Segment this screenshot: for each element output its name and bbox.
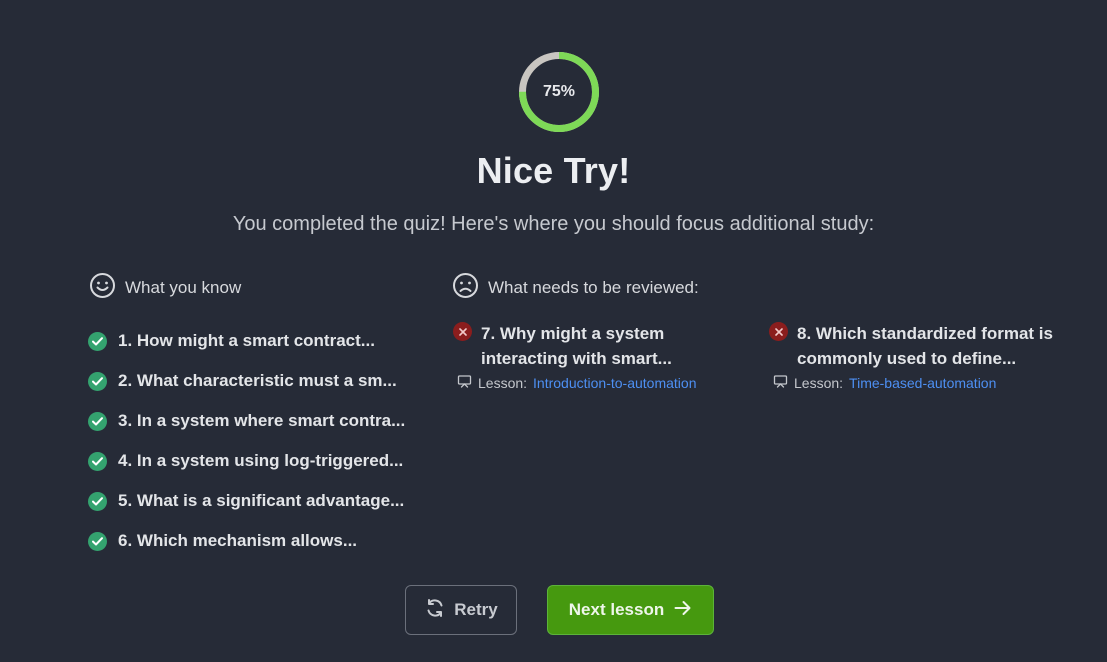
result-headline: Nice Try! xyxy=(476,150,631,191)
x-circle-icon xyxy=(453,322,472,341)
lesson-prefix: Lesson: xyxy=(794,375,844,391)
check-circle-icon xyxy=(88,451,107,471)
lesson-reference: Lesson: Introduction-to-automation xyxy=(457,375,753,391)
next-lesson-label: Next lesson xyxy=(568,600,665,619)
lesson-link[interactable]: Introduction-to-automation xyxy=(533,375,696,391)
check-circle-icon xyxy=(88,411,107,431)
known-item-label: 4. In a system using log-triggered... xyxy=(118,451,404,470)
known-item: 5. What is a significant advantage... xyxy=(88,481,405,521)
lesson-reference: Lesson: Time-based-automation xyxy=(773,375,1069,391)
known-item-label: 1. How might a smart contract... xyxy=(118,331,375,350)
lesson-prefix: Lesson: xyxy=(478,375,528,391)
check-circle-icon xyxy=(88,491,107,511)
known-section-heading: What you know xyxy=(89,272,241,304)
review-question: 8. Which standardized format is commonly… xyxy=(769,321,1069,371)
x-circle-icon xyxy=(769,322,788,341)
review-heading-label: What needs to be reviewed: xyxy=(488,278,699,297)
retry-label: Retry xyxy=(454,600,498,619)
review-item: 8. Which standardized format is commonly… xyxy=(769,321,1069,391)
presentation-icon xyxy=(773,375,788,391)
check-circle-icon xyxy=(88,331,107,351)
check-circle-icon xyxy=(88,531,107,551)
lesson-link[interactable]: Time-based-automation xyxy=(849,375,996,391)
result-subheadline: You completed the quiz! Here's where you… xyxy=(232,213,875,235)
known-item: 1. How might a smart contract... xyxy=(88,321,405,361)
known-item-label: 5. What is a significant advantage... xyxy=(118,491,405,510)
arrow-right-icon xyxy=(674,600,692,621)
refresh-icon xyxy=(424,597,446,624)
quiz-result-page: 75% Nice Try! You completed the quiz! He… xyxy=(0,0,1107,662)
known-item-label: 3. In a system where smart contra... xyxy=(118,411,406,430)
review-question: 7. Why might a system interacting with s… xyxy=(453,321,753,371)
known-item-label: 6. Which mechanism allows... xyxy=(118,531,358,550)
known-item-label: 2. What characteristic must a sm... xyxy=(118,371,397,390)
retry-button[interactable]: Retry xyxy=(405,585,517,635)
known-item: 6. Which mechanism allows... xyxy=(88,521,405,561)
review-question-text: 7. Why might a system interacting with s… xyxy=(481,324,672,368)
review-item: 7. Why might a system interacting with s… xyxy=(453,321,753,391)
frown-icon xyxy=(452,272,479,304)
known-heading-label: What you know xyxy=(125,278,242,297)
smile-icon xyxy=(89,272,116,304)
known-item: 3. In a system where smart contra... xyxy=(88,401,405,441)
next-lesson-button[interactable]: Next lesson xyxy=(547,585,714,635)
check-circle-icon xyxy=(88,371,107,391)
presentation-icon xyxy=(457,375,472,391)
review-question-text: 8. Which standardized format is commonly… xyxy=(797,324,1053,368)
known-item: 4. In a system using log-triggered... xyxy=(88,441,405,481)
known-list: 1. How might a smart contract... 2. What… xyxy=(88,321,405,561)
score-progress-ring: 75% xyxy=(518,51,600,133)
known-item: 2. What characteristic must a sm... xyxy=(88,361,405,401)
score-percentage: 75% xyxy=(542,83,576,100)
review-section-heading: What needs to be reviewed: xyxy=(452,272,699,304)
